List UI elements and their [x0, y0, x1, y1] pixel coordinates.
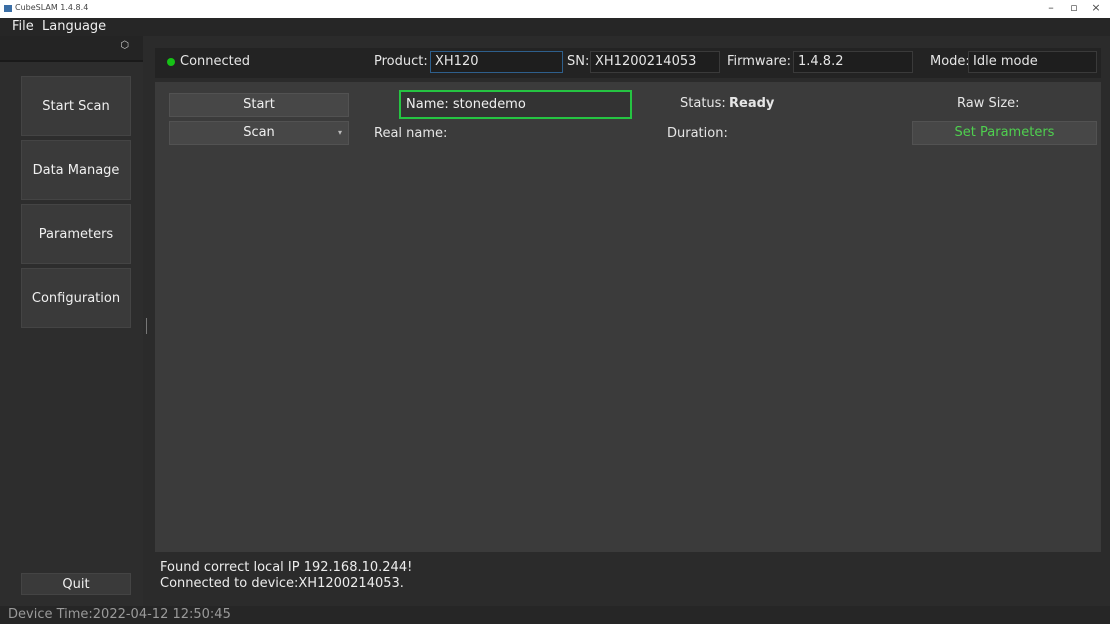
- sn-field[interactable]: XH1200214053: [590, 51, 720, 73]
- scan-mode-value: Scan: [243, 125, 275, 140]
- mode-field[interactable]: Idle mode: [968, 51, 1097, 73]
- sidebar-header: ⬡: [0, 36, 143, 62]
- float-panel-icon[interactable]: ⬡: [120, 40, 129, 51]
- connection-status: Connected: [180, 54, 251, 69]
- name-input[interactable]: Name: stonedemo: [399, 90, 632, 119]
- firmware-label: Firmware:: [727, 54, 791, 69]
- title-bar: CubeSLAM 1.4.8.4 – ▫ ×: [0, 0, 1110, 18]
- name-value: stonedemo: [452, 97, 526, 112]
- scan-panel: [155, 82, 1101, 552]
- connection-status-icon: [167, 58, 175, 66]
- log-line: Connected to device:XH1200214053.: [160, 576, 404, 591]
- menu-file[interactable]: File: [12, 19, 34, 34]
- duration-label: Duration:: [667, 126, 728, 141]
- chevron-down-icon: ▾: [337, 128, 342, 137]
- data-manage-button[interactable]: Data Manage: [21, 140, 131, 200]
- raw-size-label: Raw Size:: [957, 96, 1020, 111]
- mode-label: Mode:: [930, 54, 970, 69]
- app-icon: [4, 5, 12, 12]
- start-button[interactable]: Start: [169, 93, 349, 117]
- status-value: Ready: [729, 96, 775, 111]
- splitter-handle[interactable]: [146, 318, 147, 334]
- firmware-field[interactable]: 1.4.8.2: [793, 51, 913, 73]
- status-bar: Device Time:2022-04-12 12:50:45: [0, 606, 1110, 624]
- product-field[interactable]: XH120: [430, 51, 563, 73]
- sn-label: SN:: [567, 54, 590, 69]
- menu-bar: File Language: [0, 18, 1110, 36]
- log-line: Found correct local IP 192.168.10.244!: [160, 560, 413, 575]
- device-time: Device Time:2022-04-12 12:50:45: [8, 607, 231, 622]
- scan-mode-dropdown[interactable]: Scan ▾: [169, 121, 349, 145]
- status-label: Status:: [680, 96, 726, 111]
- restore-icon[interactable]: ▫: [1064, 1, 1084, 14]
- parameters-button[interactable]: Parameters: [21, 204, 131, 264]
- menu-language[interactable]: Language: [42, 19, 106, 34]
- name-label: Name:: [406, 97, 449, 112]
- start-scan-button[interactable]: Start Scan: [21, 76, 131, 136]
- minimize-icon[interactable]: –: [1041, 1, 1061, 14]
- close-icon[interactable]: ×: [1086, 1, 1106, 14]
- sidebar: ⬡ Start Scan Data Manage Parameters Conf…: [0, 36, 143, 606]
- real-name-label: Real name:: [374, 126, 448, 141]
- set-parameters-button[interactable]: Set Parameters: [912, 121, 1097, 145]
- quit-button[interactable]: Quit: [21, 573, 131, 595]
- window-title: CubeSLAM 1.4.8.4: [15, 3, 89, 12]
- product-label: Product:: [374, 54, 428, 69]
- configuration-button[interactable]: Configuration: [21, 268, 131, 328]
